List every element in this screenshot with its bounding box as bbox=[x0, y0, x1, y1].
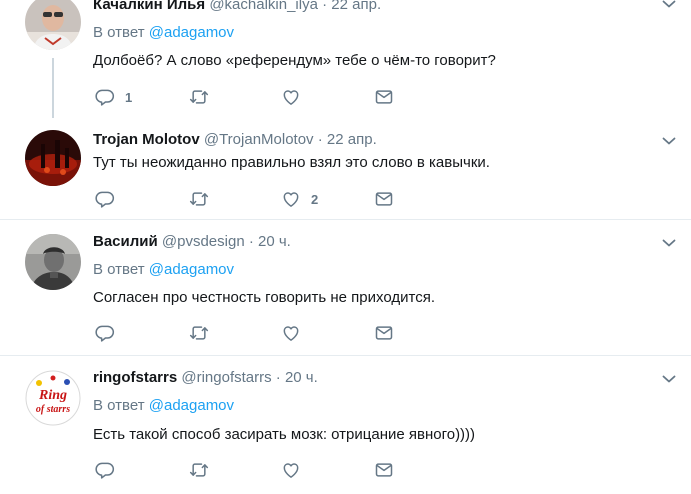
reply-prefix: В ответ bbox=[93, 261, 145, 278]
timestamp[interactable]: 22 апр. bbox=[331, 0, 381, 13]
envelope-icon bbox=[374, 323, 394, 343]
avatar[interactable]: Ring of starrs bbox=[25, 370, 81, 426]
heart-icon bbox=[281, 460, 301, 480]
reply-button[interactable] bbox=[95, 188, 125, 210]
reply-button[interactable] bbox=[95, 322, 125, 344]
separator-dot: · bbox=[248, 233, 254, 250]
user-name[interactable]: Trojan Molotov bbox=[93, 131, 200, 148]
chevron-down-icon[interactable] bbox=[661, 235, 677, 251]
reply-prefix: В ответ bbox=[93, 397, 145, 414]
tweet-text: Тут ты неожиданно правильно взял это сло… bbox=[93, 154, 490, 171]
timestamp[interactable]: 20 ч. bbox=[285, 369, 318, 386]
heart-icon bbox=[281, 323, 301, 343]
tweet-text: Есть такой способ засирать мозк: отрицан… bbox=[93, 426, 476, 443]
like-button[interactable] bbox=[281, 86, 311, 108]
tweet-actions: 2 bbox=[93, 188, 413, 210]
mention-link[interactable]: @adagamov bbox=[149, 261, 234, 278]
retweet-icon bbox=[189, 460, 209, 480]
user-handle[interactable]: @ringofstarrs bbox=[181, 369, 271, 386]
svg-text:Ring: Ring bbox=[38, 388, 67, 403]
heart-icon bbox=[281, 87, 301, 107]
user-name[interactable]: Василий bbox=[93, 233, 158, 250]
chevron-down-icon[interactable] bbox=[661, 371, 677, 387]
separator-dot: · bbox=[317, 131, 323, 148]
dm-button[interactable] bbox=[374, 188, 394, 210]
avatar[interactable] bbox=[25, 0, 81, 50]
reply-button[interactable]: 1 bbox=[95, 86, 132, 108]
tweet[interactable]: Василий @pvsdesign · 20 ч. В ответ @adag… bbox=[0, 220, 691, 354]
mention-link[interactable]: @adagamov bbox=[149, 397, 234, 414]
like-button[interactable] bbox=[281, 459, 311, 481]
tweet-text: Согласен про честность говорить не прихо… bbox=[93, 289, 435, 306]
reply-icon bbox=[95, 189, 115, 209]
like-count: 2 bbox=[311, 191, 319, 207]
like-button[interactable] bbox=[281, 322, 311, 344]
reply-icon bbox=[95, 323, 115, 343]
separator-dot: · bbox=[275, 369, 281, 386]
user-handle[interactable]: @kachalkin_ilya bbox=[209, 0, 318, 13]
reply-count: 1 bbox=[125, 89, 133, 105]
tweet-header: Trojan Molotov @TrojanMolotov · 22 апр. bbox=[93, 131, 377, 148]
dm-button[interactable] bbox=[374, 322, 394, 344]
tweet-header: ringofstarrs @ringofstarrs · 20 ч. bbox=[93, 369, 318, 386]
envelope-icon bbox=[374, 460, 394, 480]
retweet-button[interactable] bbox=[189, 86, 219, 108]
retweet-button[interactable] bbox=[189, 188, 219, 210]
retweet-button[interactable] bbox=[189, 322, 219, 344]
reply-icon bbox=[95, 87, 115, 107]
retweet-icon bbox=[189, 189, 209, 209]
thread-line bbox=[52, 58, 54, 120]
reply-to-line: В ответ @adagamov bbox=[93, 24, 234, 41]
user-name[interactable]: ringofstarrs bbox=[93, 369, 177, 386]
like-button[interactable]: 2 bbox=[281, 188, 318, 210]
reply-to-line: В ответ @adagamov bbox=[93, 261, 234, 278]
tweet-actions: 1 bbox=[93, 86, 413, 108]
tweet[interactable]: Качалкин Илья @kachalkin_ilya · 22 апр. … bbox=[0, 0, 691, 120]
mention-link[interactable]: @adagamov bbox=[149, 24, 234, 41]
tweet[interactable]: Trojan Molotov @TrojanMolotov · 22 апр. … bbox=[0, 118, 691, 218]
retweet-icon bbox=[189, 323, 209, 343]
heart-icon bbox=[281, 189, 301, 209]
user-handle[interactable]: @pvsdesign bbox=[162, 233, 245, 250]
tweet-header: Качалкин Илья @kachalkin_ilya · 22 апр. bbox=[93, 0, 381, 13]
envelope-icon bbox=[374, 189, 394, 209]
reply-icon bbox=[95, 460, 115, 480]
timestamp[interactable]: 22 апр. bbox=[327, 131, 377, 148]
avatar[interactable] bbox=[25, 234, 81, 290]
timestamp[interactable]: 20 ч. bbox=[258, 233, 291, 250]
dm-button[interactable] bbox=[374, 459, 394, 481]
reply-to-line: В ответ @adagamov bbox=[93, 397, 234, 414]
svg-text:of starrs: of starrs bbox=[36, 404, 70, 415]
chevron-down-icon[interactable] bbox=[661, 133, 677, 149]
reply-prefix: В ответ bbox=[93, 24, 145, 41]
envelope-icon bbox=[374, 87, 394, 107]
tweet-text: Долбоёб? А слово «референдум» тебе о чём… bbox=[93, 52, 496, 69]
retweet-icon bbox=[189, 87, 209, 107]
user-name[interactable]: Качалкин Илья bbox=[93, 0, 205, 13]
chevron-down-icon[interactable] bbox=[661, 0, 677, 12]
reply-button[interactable] bbox=[95, 459, 125, 481]
avatar[interactable] bbox=[25, 130, 81, 186]
user-handle[interactable]: @TrojanMolotov bbox=[204, 131, 314, 148]
tweet-actions bbox=[93, 322, 413, 344]
tweet-actions bbox=[93, 459, 413, 481]
tweet-header: Василий @pvsdesign · 20 ч. bbox=[93, 233, 291, 250]
separator-dot: · bbox=[322, 0, 328, 13]
retweet-button[interactable] bbox=[189, 459, 219, 481]
tweet[interactable]: Ring of starrs ringofstarrs @ringofstarr… bbox=[0, 356, 691, 494]
dm-button[interactable] bbox=[374, 86, 394, 108]
